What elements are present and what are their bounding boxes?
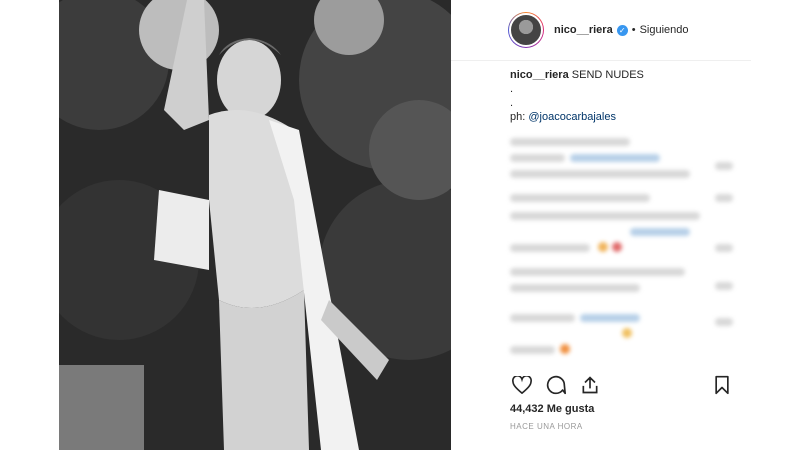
blurred-comment bbox=[510, 212, 700, 220]
blurred-emoji bbox=[612, 242, 622, 252]
post-actions bbox=[510, 373, 740, 397]
blurred-comment bbox=[510, 194, 650, 202]
bookmark-icon[interactable] bbox=[710, 373, 734, 397]
credit-prefix: ph: bbox=[510, 111, 529, 123]
username-link[interactable]: nico__riera bbox=[554, 24, 613, 36]
post-header: nico__riera ✓ • Siguiendo bbox=[451, 0, 751, 61]
blurred-emoji bbox=[560, 344, 570, 354]
blurred-comment bbox=[510, 170, 690, 178]
comments-list bbox=[510, 132, 740, 362]
heart-icon[interactable] bbox=[510, 373, 534, 397]
blurred-comment bbox=[715, 318, 733, 326]
blurred-comment bbox=[570, 154, 660, 162]
verified-badge-icon: ✓ bbox=[616, 24, 628, 36]
blurred-comment bbox=[510, 314, 575, 322]
blurred-comment bbox=[715, 282, 733, 290]
blurred-emoji bbox=[598, 242, 608, 252]
caption-username[interactable]: nico__riera bbox=[510, 69, 569, 81]
blurred-comment bbox=[510, 154, 565, 162]
blurred-comment bbox=[510, 138, 630, 146]
separator: • bbox=[631, 24, 636, 36]
blurred-comment bbox=[510, 244, 590, 252]
avatar-image bbox=[509, 13, 543, 47]
blurred-comment bbox=[510, 346, 555, 354]
blurred-comment bbox=[580, 314, 640, 322]
blurred-comment bbox=[715, 162, 733, 170]
share-icon[interactable] bbox=[578, 373, 602, 397]
blurred-comment bbox=[510, 284, 640, 292]
blurred-comment bbox=[715, 194, 733, 202]
blurred-comment bbox=[510, 268, 685, 276]
blurred-comment bbox=[715, 244, 733, 252]
caption-text: SEND NUDES bbox=[571, 69, 644, 81]
post-photo[interactable] bbox=[59, 0, 451, 450]
like-count[interactable]: 44,432 Me gusta bbox=[510, 403, 594, 415]
post-caption: nico__riera SEND NUDES . . ph: @joacocar… bbox=[510, 68, 740, 124]
post-details-panel: nico__riera ✓ • Siguiendo nico__riera SE… bbox=[451, 0, 751, 450]
blurred-comment bbox=[630, 228, 690, 236]
caption-filler-line: . bbox=[510, 97, 514, 109]
post-timestamp: HACE UNA HORA bbox=[510, 422, 583, 431]
follow-status-button[interactable]: Siguiendo bbox=[640, 24, 689, 36]
caption-filler-line: . bbox=[510, 83, 514, 95]
credit-mention-link[interactable]: @joacocarbajales bbox=[528, 111, 616, 123]
comment-icon[interactable] bbox=[544, 373, 568, 397]
post-image bbox=[59, 0, 451, 450]
avatar[interactable] bbox=[508, 12, 544, 48]
blurred-emoji bbox=[622, 328, 632, 338]
